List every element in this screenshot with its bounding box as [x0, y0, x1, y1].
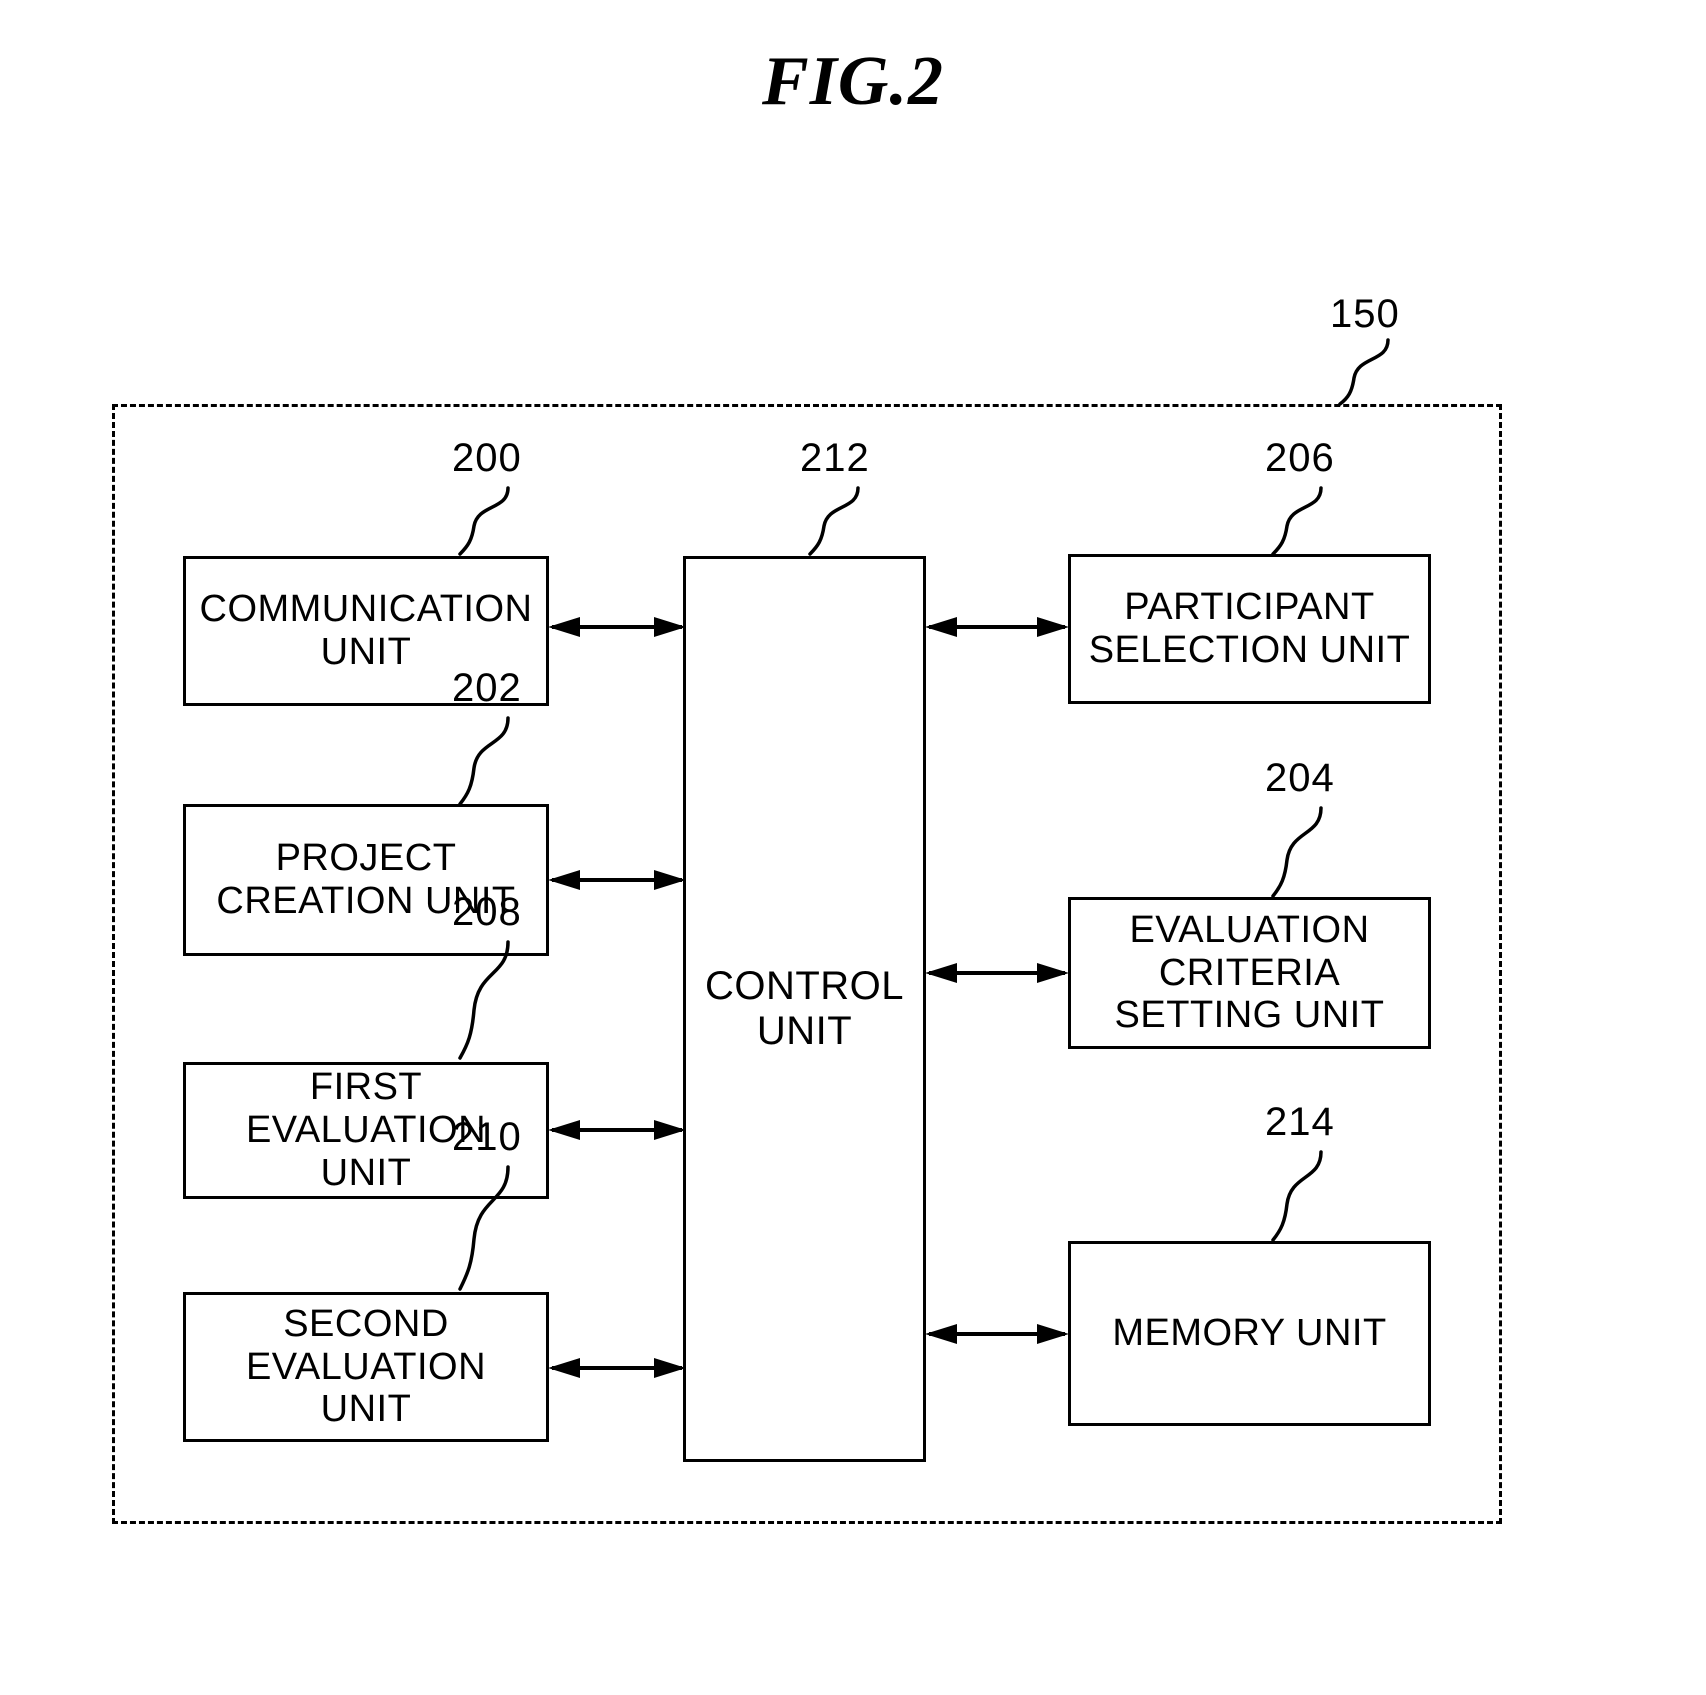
ref-numeral-208: 208 [452, 890, 522, 934]
block-memory-unit[interactable]: MEMORY UNIT [1068, 1241, 1431, 1426]
leader-line-150 [1338, 338, 1390, 406]
block-control-unit[interactable]: CONTROL UNIT [683, 556, 926, 1462]
ref-numeral-204: 204 [1265, 756, 1335, 800]
block-label: MEMORY UNIT [1112, 1312, 1387, 1355]
ref-numeral-212: 212 [800, 436, 870, 480]
block-label: PARTICIPANT SELECTION UNIT [1088, 586, 1411, 671]
block-label: COMMUNICATION UNIT [199, 588, 533, 673]
block-label: SECOND EVALUATION UNIT [245, 1302, 487, 1431]
block-evaluation-criteria-setting-unit[interactable]: EVALUATION CRITERIA SETTING UNIT [1068, 897, 1431, 1049]
block-participant-selection-unit[interactable]: PARTICIPANT SELECTION UNIT [1068, 554, 1431, 704]
ref-numeral-202: 202 [452, 666, 522, 710]
block-label: EVALUATION CRITERIA SETTING UNIT [1114, 908, 1385, 1037]
figure-title: FIG.2 [762, 43, 944, 120]
ref-numeral-214: 214 [1265, 1100, 1335, 1144]
ref-numeral-206: 206 [1265, 436, 1335, 480]
ref-numeral-210: 210 [452, 1115, 522, 1159]
ref-numeral-150: 150 [1330, 292, 1400, 336]
block-second-evaluation-unit[interactable]: SECOND EVALUATION UNIT [183, 1292, 549, 1442]
ref-numeral-200: 200 [452, 436, 522, 480]
block-label: CONTROL UNIT [704, 963, 905, 1053]
block-label: FIRST EVALUATION UNIT [245, 1066, 487, 1194]
figure-page: FIG.2 150 COMMUNICATION UNIT 200 PROJECT… [0, 0, 1706, 1695]
